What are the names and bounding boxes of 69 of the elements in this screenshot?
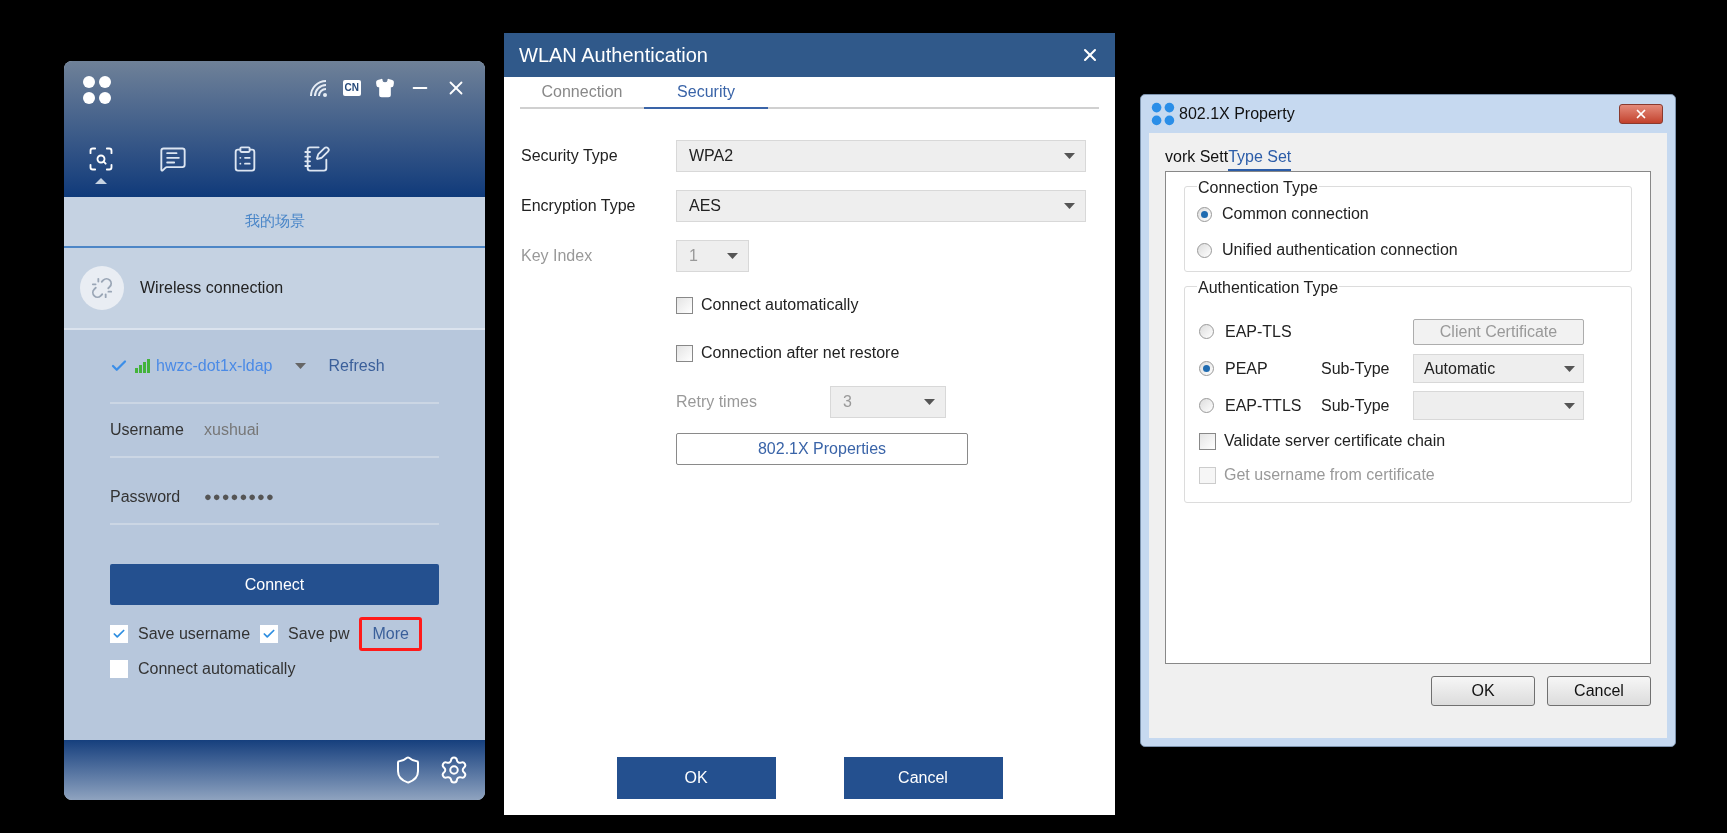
dropdown-arrow-icon [727, 253, 738, 259]
radio-button[interactable] [1199, 361, 1214, 376]
checkbox[interactable] [110, 625, 128, 643]
close-icon [1634, 107, 1648, 121]
field-label: Retry times [676, 392, 758, 412]
message-icon [159, 145, 187, 173]
radio-button[interactable] [1197, 206, 1212, 222]
logo-icon [1151, 102, 1175, 126]
tab[interactable]: Connection [520, 77, 644, 109]
password-label: Password [110, 486, 182, 507]
radio-label: Unified authentication connection [1222, 240, 1458, 260]
radio-button[interactable] [1199, 398, 1214, 413]
close-button[interactable] [1619, 104, 1663, 124]
dialog-button[interactable]: OK [616, 757, 776, 799]
more-link[interactable]: More [359, 617, 422, 651]
dialog-button[interactable]: Cancel [1547, 676, 1651, 706]
shirt-icon[interactable] [375, 78, 395, 98]
dropdown-arrow-icon [1064, 153, 1075, 159]
radio-label: Common connection [1222, 204, 1369, 224]
dialog-button[interactable]: Cancel [843, 757, 1003, 799]
tab[interactable]: vork Sett [1165, 145, 1229, 171]
dropdown[interactable]: Automatic [1413, 354, 1584, 383]
checkbox[interactable] [676, 296, 693, 314]
field-label: Encryption Type [521, 196, 637, 216]
dropdown-arrow-icon [1064, 203, 1075, 209]
checkbox-label: Connect automatically [701, 295, 859, 315]
connect-button[interactable]: Connect [110, 564, 439, 605]
checkbox[interactable] [260, 625, 279, 643]
option-label: Save username [138, 624, 251, 644]
dropdown-arrow-icon [1564, 365, 1575, 372]
signal-icon [132, 359, 152, 373]
dropdown-arrow-icon [1564, 402, 1575, 409]
radio-label: EAP-TTLS [1225, 395, 1303, 416]
dialog-button[interactable]: OK [1431, 676, 1535, 706]
logo-icon [82, 75, 112, 105]
field-label: Key Index [521, 246, 594, 266]
checkbox[interactable] [1199, 432, 1216, 450]
check-icon [262, 627, 277, 641]
option-label: Save pw [288, 624, 350, 644]
check-icon [112, 627, 126, 641]
username-label: Username [110, 420, 185, 440]
properties-button[interactable]: 802.1X Properties [676, 433, 968, 465]
connection-label: Wireless connection [140, 278, 284, 298]
checkbox-label: Get username from certificate [1224, 465, 1435, 485]
field-label: Security Type [521, 146, 619, 166]
dropdown-arrow-icon [294, 363, 306, 369]
wifi-icon[interactable] [308, 79, 329, 97]
sub-type-label: Sub-Type [1321, 395, 1391, 416]
dropdown-arrow-icon [924, 399, 935, 405]
dropdown[interactable]: AES [676, 190, 1086, 222]
language-badge[interactable]: CN [342, 80, 361, 96]
radio-label: PEAP [1225, 358, 1269, 379]
password-field[interactable]: ●●●●●●●● [204, 486, 275, 507]
sub-type-label: Sub-Type [1321, 358, 1391, 379]
window-title: WLAN Authentication [519, 43, 708, 68]
checkbox[interactable] [676, 344, 693, 362]
radio-button[interactable] [1197, 242, 1212, 258]
checkbox[interactable] [110, 660, 128, 678]
settings-icon[interactable] [439, 755, 469, 785]
refresh-link[interactable]: Refresh [328, 354, 385, 378]
option-label: Connect automatically [138, 659, 296, 679]
scan-icon [87, 145, 115, 173]
checkbox-label: Validate server certificate chain [1224, 431, 1446, 451]
dropdown[interactable]: WPA2 [676, 140, 1086, 172]
radio-label: EAP-TLS [1225, 321, 1293, 342]
tab[interactable]: Security [644, 77, 768, 109]
checkbox-label: Connection after net restore [701, 343, 900, 363]
notebook-icon [303, 145, 331, 173]
window-title: 802.1X Property [1179, 104, 1295, 124]
